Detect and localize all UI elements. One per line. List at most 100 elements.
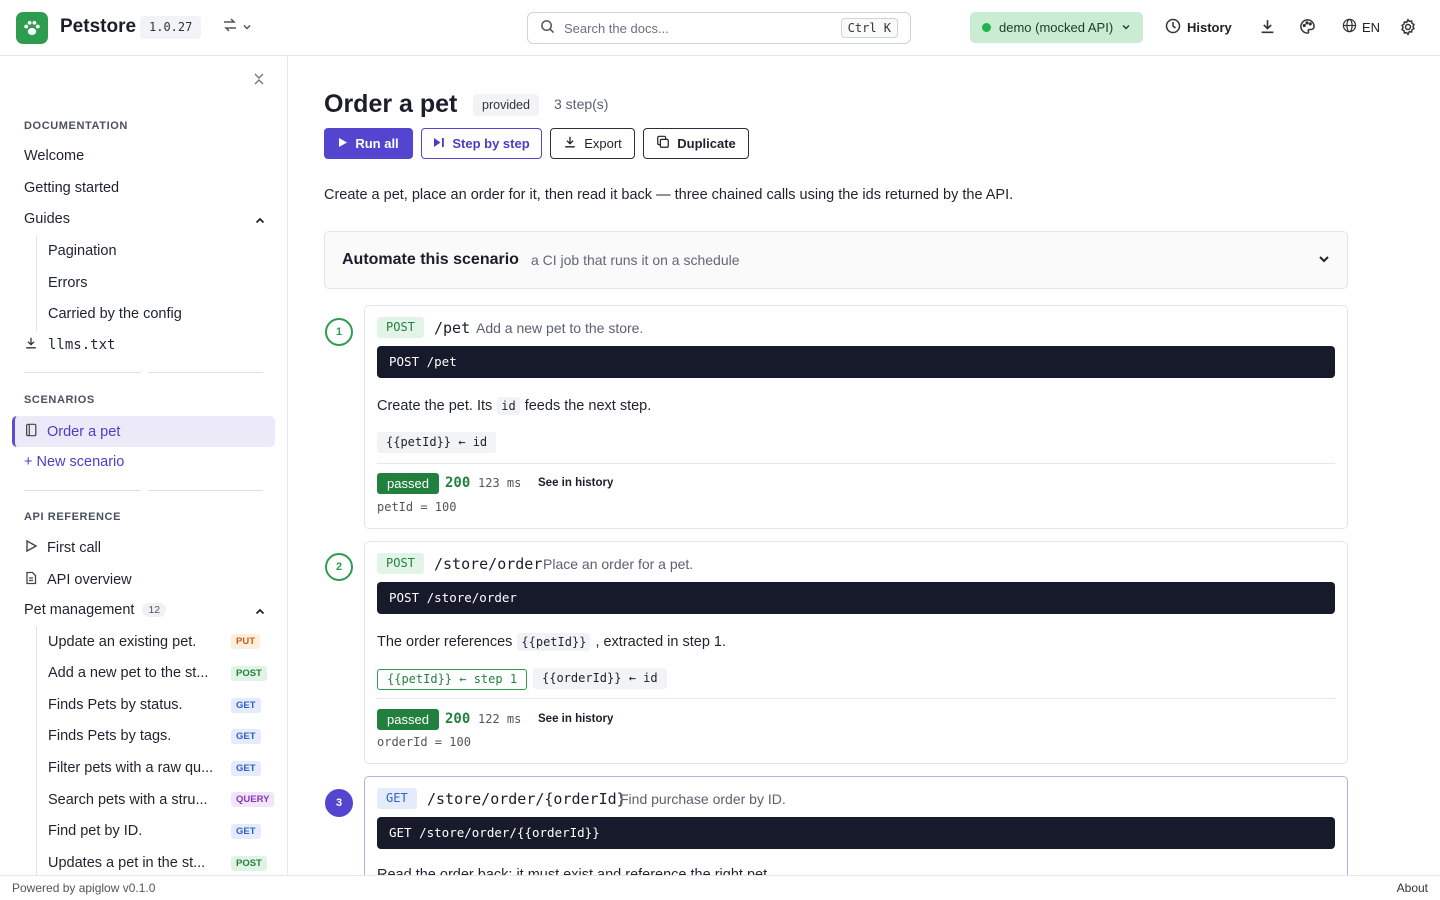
- export-button[interactable]: Export: [550, 128, 635, 159]
- step-path: /pet: [434, 319, 471, 337]
- endpoint-item[interactable]: Search pets with a stru...: [48, 792, 208, 808]
- method-badge: POST: [231, 856, 267, 871]
- dependency-chip: {{petId}} ← step 1: [377, 669, 528, 690]
- sidebar-item-guides[interactable]: Guides: [24, 211, 70, 227]
- method-badge: PUT: [231, 634, 260, 649]
- automate-panel[interactable]: Automate this scenario a CI job that run…: [324, 231, 1348, 289]
- scenario-label: Order a pet: [47, 424, 121, 440]
- step-note: Read the order back: it must exist and r…: [377, 867, 772, 875]
- step-path: /store/order/{orderId}: [427, 790, 626, 808]
- sidebar-item-carried-by-config[interactable]: Carried by the config: [48, 306, 182, 322]
- new-scenario-link[interactable]: + New scenario: [24, 454, 124, 470]
- sidebar-item-first-call[interactable]: First call: [24, 539, 101, 557]
- powered-by[interactable]: Powered by apiglow v0.1.0: [12, 881, 155, 895]
- sidebar-item-pagination[interactable]: Pagination: [48, 243, 117, 259]
- endpoint-item[interactable]: Updates a pet in the st...: [48, 855, 205, 871]
- step-by-step-button[interactable]: Step by step: [421, 128, 542, 159]
- footer: Powered by apiglow v0.1.0 About: [0, 875, 1440, 900]
- request-code[interactable]: GET /store/order/{{orderId}}: [377, 817, 1335, 849]
- method-badge: POST: [377, 317, 424, 338]
- download-icon: [24, 336, 38, 354]
- passed-badge: passed: [377, 709, 439, 730]
- chevron-up-icon[interactable]: [254, 605, 266, 621]
- about-link[interactable]: About: [1397, 881, 1428, 895]
- step-path: /store/order: [434, 555, 543, 573]
- sidebar-group-pet-management[interactable]: Pet management 12: [24, 602, 167, 618]
- collapse-sidebar-icon[interactable]: [252, 72, 266, 89]
- automate-title: Automate this scenario: [342, 251, 519, 268]
- duration: 123 ms: [478, 476, 522, 490]
- method-badge: GET: [231, 698, 261, 713]
- see-in-history-link[interactable]: See in history: [538, 477, 613, 489]
- extract-chip: {{petId}} ← id: [377, 432, 497, 453]
- step-summary: Add a new pet to the store.: [476, 320, 644, 336]
- environment-label: demo (mocked API): [999, 20, 1114, 35]
- provided-badge: provided: [473, 94, 539, 116]
- sidebar-item-welcome[interactable]: Welcome: [24, 148, 84, 164]
- endpoints-tree-line: [36, 626, 37, 875]
- sidebar: DOCUMENTATION Welcome Getting started Gu…: [0, 56, 288, 875]
- step-by-step-label: Step by step: [452, 136, 530, 151]
- see-in-history-link[interactable]: See in history: [538, 713, 613, 725]
- brand-name[interactable]: Petstore: [60, 16, 136, 38]
- api-reference-section-title: API REFERENCE: [24, 511, 122, 523]
- endpoint-item[interactable]: Add a new pet to the st...: [48, 665, 208, 681]
- sidebar-item-errors[interactable]: Errors: [48, 275, 87, 291]
- method-badge: GET: [231, 824, 261, 839]
- method-badge: GET: [231, 729, 261, 744]
- gear-icon[interactable]: [1399, 18, 1417, 39]
- endpoint-item[interactable]: Find pet by ID.: [48, 823, 142, 839]
- chevron-up-icon[interactable]: [254, 214, 266, 230]
- first-call-label: First call: [47, 540, 101, 556]
- duplicate-button[interactable]: Duplicate: [643, 128, 749, 159]
- endpoint-item[interactable]: Finds Pets by tags.: [48, 728, 171, 744]
- search-input[interactable]: Search the docs... Ctrl K: [527, 12, 911, 44]
- sidebar-item-getting-started[interactable]: Getting started: [24, 180, 119, 196]
- endpoint-item[interactable]: Filter pets with a raw qu...: [48, 760, 213, 776]
- sidebar-item-llms[interactable]: llms.txt: [24, 336, 115, 354]
- language-label: EN: [1362, 19, 1381, 35]
- copy-icon: [656, 135, 670, 152]
- search-shortcut: Ctrl K: [840, 18, 898, 38]
- documentation-section-title: DOCUMENTATION: [24, 120, 128, 132]
- note-code: id: [497, 397, 520, 415]
- history-button[interactable]: History: [1165, 18, 1232, 37]
- note-text: feeds the next step.: [524, 398, 652, 414]
- endpoint-item[interactable]: Finds Pets by status.: [48, 697, 183, 713]
- sidebar-item-api-overview[interactable]: API overview: [24, 571, 132, 589]
- request-code[interactable]: POST /store/order: [377, 582, 1335, 614]
- step-summary: Find purchase order by ID.: [620, 791, 786, 807]
- request-code[interactable]: POST /pet: [377, 346, 1335, 378]
- endpoint-item[interactable]: Update an existing pet.: [48, 634, 196, 650]
- extracted-value: petId = 100: [377, 500, 457, 514]
- environment-selector[interactable]: demo (mocked API): [970, 12, 1143, 43]
- duration: 122 ms: [478, 712, 522, 726]
- paw-logo-icon[interactable]: [16, 12, 48, 44]
- language-selector[interactable]: EN: [1342, 18, 1380, 36]
- download-icon: [563, 135, 577, 152]
- step-number: 3: [325, 789, 353, 817]
- status-code: 200: [445, 711, 471, 727]
- step-forward-icon: [433, 136, 445, 151]
- version-switcher[interactable]: [222, 17, 252, 36]
- duplicate-label: Duplicate: [677, 136, 736, 151]
- step-card-active: GET /store/order/{orderId} Find purchase…: [364, 776, 1348, 875]
- guides-tree-line: [36, 235, 37, 331]
- method-badge: QUERY: [231, 792, 275, 807]
- download-icon[interactable]: [1259, 18, 1276, 38]
- palette-icon[interactable]: [1299, 18, 1316, 38]
- note-code: {{petId}}: [517, 633, 591, 651]
- history-label: History: [1187, 20, 1232, 35]
- divider: [24, 372, 141, 373]
- passed-badge: passed: [377, 473, 439, 494]
- version-badge: 1.0.27: [140, 16, 202, 39]
- method-badge: POST: [231, 666, 267, 681]
- search-icon: [540, 19, 555, 37]
- group-label: Pet management: [24, 602, 135, 618]
- step-note: The order references {{petId}} , extract…: [377, 633, 726, 651]
- step-card: POST /pet Add a new pet to the store. PO…: [364, 305, 1348, 529]
- sidebar-item-order-a-pet[interactable]: Order a pet: [24, 423, 120, 441]
- run-all-button[interactable]: Run all: [324, 128, 413, 159]
- step-number: 1: [325, 318, 353, 346]
- method-badge: POST: [377, 553, 424, 574]
